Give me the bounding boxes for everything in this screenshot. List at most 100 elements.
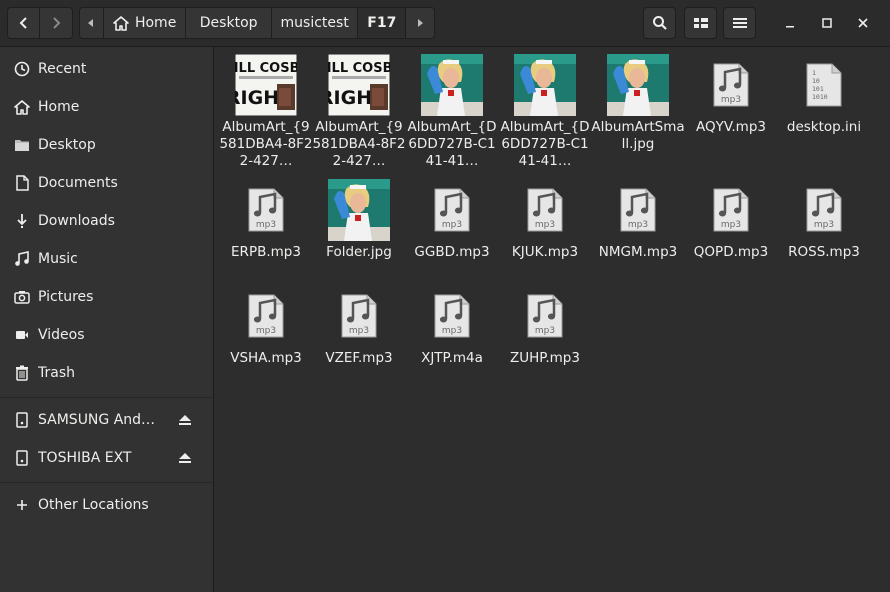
sidebar-item-documents[interactable]: Documents: [0, 164, 213, 202]
file-thumbnail: mp3: [420, 284, 484, 348]
svg-text:mp3: mp3: [256, 220, 276, 230]
sidebar-item-music[interactable]: Music: [0, 240, 213, 278]
file-item[interactable]: mp3 ERPB.mp3: [219, 178, 313, 261]
file-thumbnail: BILL COSBYRIGHT: [327, 53, 391, 117]
home-icon: [113, 15, 129, 31]
file-item[interactable]: BILL COSBYRIGHTAlbumArt_{9581DBA4-8F22-4…: [312, 53, 406, 170]
album-art-thumbnail: BILL COSBYRIGHT: [328, 54, 390, 116]
chevron-left-icon: [19, 17, 27, 29]
search-button[interactable]: [643, 7, 676, 39]
file-item[interactable]: mp3 QOPD.mp3: [684, 178, 778, 261]
file-item[interactable]: AlbumArtSmall.jpg: [591, 53, 685, 153]
audio-file-icon: mp3: [248, 294, 284, 338]
file-item[interactable]: mp3 ZUHP.mp3: [498, 284, 592, 367]
hamburger-icon: [732, 18, 747, 28]
file-thumbnail: mp3: [513, 284, 577, 348]
breadcrumb-musictest[interactable]: musictest: [271, 8, 359, 38]
maximize-button[interactable]: [817, 13, 837, 33]
back-button[interactable]: [7, 7, 40, 39]
breadcrumb-scroll-right[interactable]: [406, 8, 434, 38]
eject-icon[interactable]: [177, 412, 193, 428]
file-name: AlbumArt_{D6DD727B-C141-41…: [500, 119, 590, 169]
file-name: ERPB.mp3: [231, 244, 301, 260]
file-item[interactable]: mp3 AQYV.mp3: [684, 53, 778, 136]
file-name: AlbumArt_{D6DD727B-C141-41…: [407, 119, 497, 169]
list-view-icon: [693, 18, 708, 28]
file-name: AlbumArt_{9581DBA4-8F22-427…: [219, 119, 313, 169]
svg-text:mp3: mp3: [721, 220, 741, 230]
sidebar-device-samsung[interactable]: SAMSUNG And…: [0, 401, 213, 439]
svg-text:10: 10: [812, 77, 820, 85]
file-thumbnail: [327, 178, 391, 242]
file-name: GGBD.mp3: [414, 244, 490, 260]
sidebar-item-downloads[interactable]: Downloads: [0, 202, 213, 240]
minimize-button[interactable]: [780, 13, 800, 33]
file-item[interactable]: mp3 GGBD.mp3: [405, 178, 499, 261]
file-name: QOPD.mp3: [693, 244, 769, 260]
file-name: desktop.ini: [786, 119, 862, 135]
file-item[interactable]: BILL COSBYRIGHTAlbumArt_{9581DBA4-8F22-4…: [219, 53, 313, 170]
file-thumbnail: mp3: [606, 178, 670, 242]
file-name: ZUHP.mp3: [510, 350, 580, 366]
breadcrumb-home[interactable]: Home: [103, 8, 187, 38]
breadcrumb-current-folder[interactable]: F17: [358, 8, 407, 38]
file-item[interactable]: mp3 VZEF.mp3: [312, 284, 406, 367]
breadcrumb-home-label: Home: [134, 15, 177, 31]
breadcrumb: Home Desktop musictest F17: [79, 7, 435, 39]
sidebar-item-videos[interactable]: Videos: [0, 316, 213, 354]
audio-file-icon: mp3: [713, 188, 749, 232]
view-toggle-button[interactable]: [684, 7, 717, 39]
breadcrumb-desktop[interactable]: Desktop: [186, 8, 272, 38]
album-art-thumbnail: BILL COSBYRIGHT: [235, 54, 297, 116]
file-thumbnail: mp3: [327, 284, 391, 348]
breadcrumb-scroll-left[interactable]: [80, 8, 104, 38]
file-thumbnail: mp3: [234, 284, 298, 348]
header-bar: Home Desktop musictest F17: [0, 0, 890, 47]
sidebar-item-home[interactable]: Home: [0, 88, 213, 126]
text-file-icon: 1101011010: [806, 63, 842, 107]
file-item[interactable]: mp3 VSHA.mp3: [219, 284, 313, 367]
file-item[interactable]: AlbumArt_{D6DD727B-C141-41…: [498, 53, 592, 170]
file-item[interactable]: Folder.jpg: [312, 178, 406, 261]
file-item[interactable]: mp3 KJUK.mp3: [498, 178, 592, 261]
svg-text:101: 101: [812, 85, 824, 93]
sidebar-divider: [0, 482, 213, 483]
file-name: AlbumArtSmall.jpg: [591, 119, 685, 152]
sidebar-divider: [0, 397, 213, 398]
sidebar-item-label: TOSHIBA EXT: [38, 450, 132, 466]
album-art-thumbnail: [607, 54, 669, 116]
audio-file-icon: mp3: [341, 294, 377, 338]
audio-file-icon: mp3: [527, 294, 563, 338]
file-manager-window: Home Desktop musictest F17 Recent Home D…: [0, 0, 890, 592]
audio-file-icon: mp3: [434, 294, 470, 338]
triangle-right-icon: [418, 19, 424, 27]
sidebar-item-pictures[interactable]: Pictures: [0, 278, 213, 316]
document-icon: [14, 175, 30, 191]
menu-button[interactable]: [723, 7, 756, 39]
triangle-left-icon: [88, 19, 94, 27]
minimize-icon: [786, 26, 794, 28]
sidebar-item-label: Recent: [38, 61, 87, 77]
eject-icon[interactable]: [177, 450, 193, 466]
svg-text:mp3: mp3: [721, 95, 741, 105]
audio-file-icon: mp3: [806, 188, 842, 232]
sidebar-item-recent[interactable]: Recent: [0, 50, 213, 88]
sidebar-other-locations[interactable]: Other Locations: [0, 486, 213, 524]
sidebar-device-toshiba[interactable]: TOSHIBA EXT: [0, 439, 213, 477]
album-art-thumbnail: [328, 179, 390, 241]
home-icon: [14, 99, 30, 115]
sidebar-item-label: Documents: [38, 175, 118, 191]
svg-text:mp3: mp3: [349, 326, 369, 336]
sidebar-item-trash[interactable]: Trash: [0, 354, 213, 392]
file-item[interactable]: AlbumArt_{D6DD727B-C141-41…: [405, 53, 499, 170]
chevron-right-icon: [53, 17, 61, 29]
forward-button[interactable]: [40, 7, 73, 39]
sidebar-item-label: Downloads: [38, 213, 115, 229]
file-item[interactable]: mp3 NMGM.mp3: [591, 178, 685, 261]
file-item[interactable]: 1 10 101 1010 desktop.ini: [777, 53, 871, 136]
sidebar-item-desktop[interactable]: Desktop: [0, 126, 213, 164]
close-button[interactable]: [853, 13, 873, 33]
camera-icon: [14, 289, 30, 305]
file-item[interactable]: mp3 ROSS.mp3: [777, 178, 871, 261]
file-item[interactable]: mp3 XJTP.m4a: [405, 284, 499, 367]
